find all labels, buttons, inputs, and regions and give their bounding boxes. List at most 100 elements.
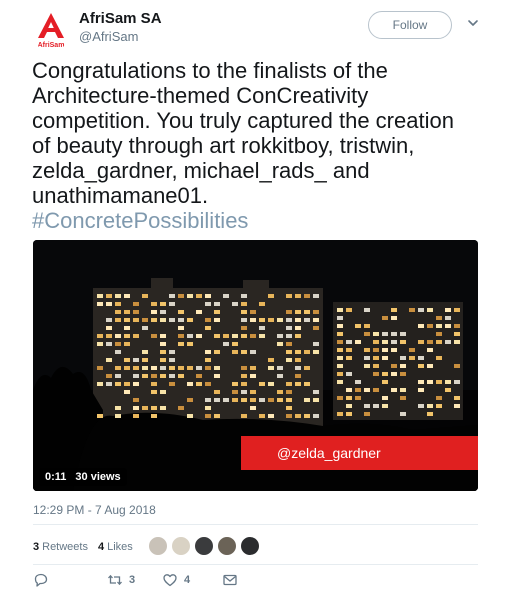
lit-window: [400, 332, 406, 336]
lit-window: [286, 406, 292, 410]
lit-window: [169, 382, 175, 386]
lit-window: [178, 334, 184, 338]
lit-window: [436, 396, 442, 400]
lit-window: [223, 294, 229, 298]
hashtag-link[interactable]: #ConcretePossibilities: [32, 208, 477, 233]
lit-window: [232, 382, 238, 386]
lit-window: [373, 364, 379, 368]
lit-window: [196, 334, 202, 338]
retweet-count: 3: [129, 574, 136, 586]
lit-window: [277, 334, 283, 338]
lit-window: [106, 318, 112, 322]
lit-window: [124, 310, 130, 314]
lit-window: [187, 414, 193, 418]
lit-window: [133, 414, 139, 418]
reply-button[interactable]: [33, 572, 49, 588]
tweet-timestamp[interactable]: 12:29 PM - 7 Aug 2018: [33, 503, 156, 517]
lit-window: [454, 308, 460, 312]
lit-window: [304, 366, 310, 370]
lit-window: [187, 382, 193, 386]
lit-window: [259, 318, 265, 322]
lit-window: [337, 396, 343, 400]
retweets-count: 3: [33, 541, 40, 553]
lit-window: [196, 294, 202, 298]
lit-window: [142, 406, 148, 410]
lit-window: [106, 342, 112, 346]
lit-window: [436, 316, 442, 320]
lit-window: [373, 404, 379, 408]
like-button[interactable]: 4: [162, 572, 190, 588]
lit-window: [286, 294, 292, 298]
liker-avatar[interactable]: [240, 536, 260, 556]
lit-window: [169, 318, 175, 322]
lit-window: [124, 390, 130, 394]
lit-window: [178, 326, 184, 330]
lit-window: [391, 340, 397, 344]
retweets-stat[interactable]: 3 Retweets: [33, 541, 88, 553]
chevron-down-icon[interactable]: [464, 14, 482, 32]
lit-window: [115, 318, 121, 322]
lit-window: [382, 340, 388, 344]
lit-window: [346, 412, 352, 416]
lit-window: [214, 350, 220, 354]
liker-avatar[interactable]: [171, 536, 191, 556]
lit-window: [133, 382, 139, 386]
lit-window: [400, 372, 406, 376]
lit-window: [418, 380, 424, 384]
lit-window: [106, 326, 112, 330]
like-count: 4: [184, 574, 191, 586]
lit-window: [133, 358, 139, 362]
lit-window: [277, 398, 283, 402]
liker-avatar[interactable]: [148, 536, 168, 556]
lit-window: [427, 308, 433, 312]
lit-window: [373, 340, 379, 344]
lit-window: [295, 366, 301, 370]
lit-window: [286, 398, 292, 402]
lit-window: [241, 382, 247, 386]
user-handle[interactable]: @AfriSam: [79, 29, 138, 44]
lit-window: [241, 310, 247, 314]
lit-window: [205, 294, 211, 298]
lit-window: [382, 372, 388, 376]
lit-window: [313, 350, 319, 354]
lit-window: [304, 294, 310, 298]
lit-window: [427, 324, 433, 328]
lit-window: [313, 390, 319, 394]
lit-window: [259, 334, 265, 338]
video-player[interactable]: @zelda_gardner 0:11 30 views: [33, 240, 478, 491]
lit-window: [259, 326, 265, 330]
message-button[interactable]: [222, 572, 238, 588]
follow-button[interactable]: Follow: [368, 11, 452, 39]
likes-stat[interactable]: 4 Likes: [98, 541, 133, 553]
lit-window: [418, 388, 424, 392]
liker-avatar[interactable]: [217, 536, 237, 556]
lit-window: [295, 318, 301, 322]
lit-window: [286, 342, 292, 346]
lit-window: [97, 382, 103, 386]
lit-window: [250, 390, 256, 394]
liker-avatar[interactable]: [194, 536, 214, 556]
lit-window: [196, 310, 202, 314]
video-duration: 0:11: [45, 471, 67, 483]
lit-window: [382, 396, 388, 400]
lit-window: [355, 396, 361, 400]
display-name[interactable]: AfriSam SA: [79, 10, 162, 27]
lit-window: [268, 414, 274, 418]
lit-window: [337, 364, 343, 368]
lit-window: [115, 310, 121, 314]
lit-window: [142, 374, 148, 378]
lit-window: [427, 380, 433, 384]
avatar[interactable]: AfriSam: [31, 11, 71, 51]
reply-icon: [34, 573, 48, 587]
retweet-button[interactable]: 3: [107, 572, 135, 588]
lit-window: [364, 404, 370, 408]
lit-window: [295, 326, 301, 330]
lit-window: [346, 388, 352, 392]
lit-window: [337, 412, 343, 416]
lit-window: [286, 358, 292, 362]
lit-window: [277, 366, 283, 370]
lit-window: [151, 310, 157, 314]
lit-window: [250, 310, 256, 314]
lit-window: [382, 316, 388, 320]
lit-window: [160, 302, 166, 306]
